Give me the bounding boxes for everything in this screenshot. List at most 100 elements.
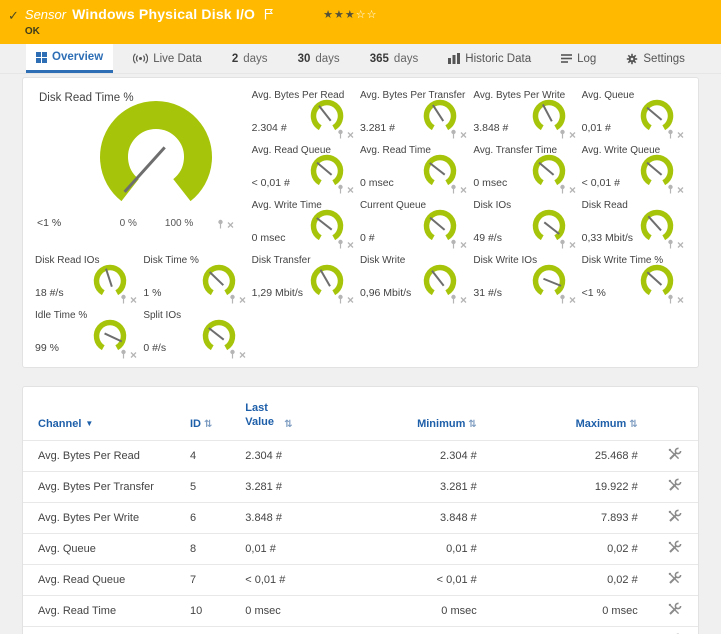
close-icon[interactable] bbox=[347, 131, 354, 139]
pin-icon[interactable] bbox=[667, 184, 674, 194]
cell-actions[interactable] bbox=[652, 533, 698, 564]
tab-num: 2 bbox=[232, 53, 238, 65]
pin-icon[interactable] bbox=[450, 239, 457, 249]
gauge-mini-icons bbox=[559, 294, 576, 304]
gauge-avg-transfer-time: Avg. Transfer Time0 msec bbox=[471, 141, 579, 196]
pin-icon[interactable] bbox=[559, 184, 566, 194]
pin-icon[interactable] bbox=[337, 239, 344, 249]
cell-actions[interactable] bbox=[652, 471, 698, 502]
close-icon[interactable] bbox=[569, 131, 576, 139]
pin-icon[interactable] bbox=[337, 129, 344, 139]
pin-icon[interactable] bbox=[667, 294, 674, 304]
tab-unit: days bbox=[315, 53, 339, 65]
pin-icon[interactable] bbox=[667, 239, 674, 249]
tab-historic-data[interactable]: Historic Data bbox=[438, 44, 541, 73]
tab-bar: OverviewLive Data2days30days365daysHisto… bbox=[0, 44, 721, 74]
col-label: Last Value bbox=[245, 402, 281, 430]
close-icon[interactable] bbox=[460, 186, 467, 194]
tab-settings[interactable]: Settings bbox=[616, 44, 695, 73]
wrench-icon[interactable] bbox=[667, 447, 682, 462]
flag-icon[interactable] bbox=[264, 8, 273, 20]
cell-actions[interactable] bbox=[652, 440, 698, 471]
cell-max: 0 msec bbox=[491, 595, 652, 626]
close-icon[interactable] bbox=[239, 296, 246, 304]
cell-actions[interactable] bbox=[652, 564, 698, 595]
col-header-minimum[interactable]: Minimum⇅ bbox=[340, 387, 491, 440]
tab-log[interactable]: Log bbox=[551, 44, 606, 73]
col-header-id[interactable]: ID⇅ bbox=[184, 387, 239, 440]
tab-label: Log bbox=[577, 53, 596, 65]
pin-icon[interactable] bbox=[559, 129, 566, 139]
close-icon[interactable] bbox=[347, 241, 354, 249]
pin-icon[interactable] bbox=[559, 294, 566, 304]
close-icon[interactable] bbox=[569, 186, 576, 194]
pin-icon[interactable] bbox=[450, 129, 457, 139]
pin-icon[interactable] bbox=[229, 349, 236, 359]
tab-overview[interactable]: Overview bbox=[26, 44, 113, 73]
close-icon[interactable] bbox=[569, 241, 576, 249]
cell-actions[interactable] bbox=[652, 626, 698, 634]
tab-live-data[interactable]: Live Data bbox=[123, 44, 212, 73]
close-icon[interactable] bbox=[227, 221, 234, 229]
cell-max: 0,02 # bbox=[491, 533, 652, 564]
big-gauge-dial bbox=[89, 99, 223, 222]
close-icon[interactable] bbox=[460, 296, 467, 304]
col-header-last-value[interactable]: Last Value⇅ bbox=[239, 387, 340, 440]
pin-icon[interactable] bbox=[120, 294, 127, 304]
table-body: Avg. Bytes Per Read42.304 #2.304 #25.468… bbox=[23, 440, 698, 634]
wrench-icon[interactable] bbox=[667, 571, 682, 586]
gauge-avg-read-queue: Avg. Read Queue< 0,01 # bbox=[250, 141, 358, 196]
pin-icon[interactable] bbox=[337, 184, 344, 194]
tab-label: Settings bbox=[643, 53, 685, 65]
gauge-value: 0 # bbox=[360, 232, 375, 244]
tab-365-days[interactable]: 365days bbox=[360, 44, 428, 73]
close-icon[interactable] bbox=[130, 296, 137, 304]
pin-icon[interactable] bbox=[667, 129, 674, 139]
pin-icon[interactable] bbox=[120, 349, 127, 359]
gauge-mini-icons bbox=[559, 239, 576, 249]
cell-channel: Avg. Bytes Per Read bbox=[23, 440, 184, 471]
close-icon[interactable] bbox=[239, 351, 246, 359]
close-icon[interactable] bbox=[677, 131, 684, 139]
cell-id: 7 bbox=[184, 564, 239, 595]
gauge-disk-write-ios: Disk Write IOs31 #/s bbox=[471, 251, 579, 306]
pin-icon[interactable] bbox=[450, 184, 457, 194]
gauge-mini-icons bbox=[667, 294, 684, 304]
pin-icon[interactable] bbox=[559, 239, 566, 249]
table-row: Avg. Read Queue7< 0,01 #< 0,01 #0,02 # bbox=[23, 564, 698, 595]
cell-actions[interactable] bbox=[652, 595, 698, 626]
close-icon[interactable] bbox=[677, 186, 684, 194]
gauge-value: 0,96 Mbit/s bbox=[360, 287, 411, 299]
gauge-value: 3.281 # bbox=[360, 122, 395, 134]
cell-actions[interactable] bbox=[652, 502, 698, 533]
close-icon[interactable] bbox=[460, 131, 467, 139]
close-icon[interactable] bbox=[569, 296, 576, 304]
gauge-value: < 0,01 # bbox=[252, 177, 290, 189]
gauge-mini-icons bbox=[667, 239, 684, 249]
pin-icon[interactable] bbox=[337, 294, 344, 304]
priority-stars[interactable]: ★★★☆☆ bbox=[323, 8, 377, 21]
gauge-value: 0,33 Mbit/s bbox=[582, 232, 633, 244]
tab-2-days[interactable]: 2days bbox=[222, 44, 278, 73]
tab-30-days[interactable]: 30days bbox=[288, 44, 350, 73]
close-icon[interactable] bbox=[130, 351, 137, 359]
pin-icon[interactable] bbox=[450, 294, 457, 304]
pin-icon[interactable] bbox=[229, 294, 236, 304]
pin-icon[interactable] bbox=[217, 219, 224, 229]
wrench-icon[interactable] bbox=[667, 602, 682, 617]
close-icon[interactable] bbox=[347, 296, 354, 304]
cell-min: 0 msec bbox=[340, 595, 491, 626]
sort-icon: ⇅ bbox=[468, 419, 476, 430]
close-icon[interactable] bbox=[677, 296, 684, 304]
col-header-channel[interactable]: Channel▼ bbox=[23, 387, 184, 440]
wrench-icon[interactable] bbox=[667, 509, 682, 524]
close-icon[interactable] bbox=[347, 186, 354, 194]
big-gauge-scale: 0 % 100 % bbox=[89, 218, 223, 229]
close-icon[interactable] bbox=[460, 241, 467, 249]
col-header-maximum[interactable]: Maximum⇅ bbox=[491, 387, 652, 440]
wrench-icon[interactable] bbox=[667, 478, 682, 493]
gauge-value: 99 % bbox=[35, 342, 59, 354]
wrench-icon[interactable] bbox=[667, 540, 682, 555]
gauge-mini-icons bbox=[229, 349, 246, 359]
close-icon[interactable] bbox=[677, 241, 684, 249]
